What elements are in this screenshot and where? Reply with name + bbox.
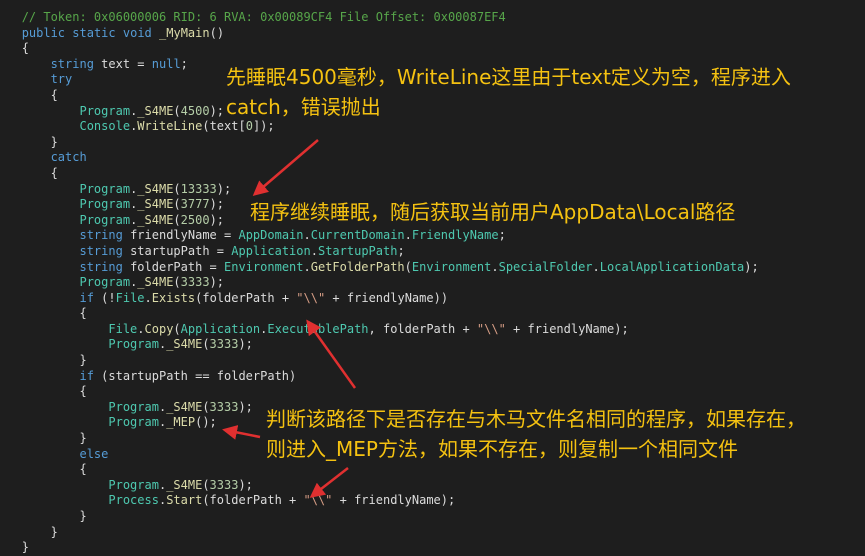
annotation-arrows (222, 139, 357, 498)
arrow-to-exists (306, 319, 357, 389)
arrow-to-catch (252, 139, 319, 196)
arrow-to-mep (222, 424, 261, 440)
arrow-to-process-start (309, 467, 349, 498)
